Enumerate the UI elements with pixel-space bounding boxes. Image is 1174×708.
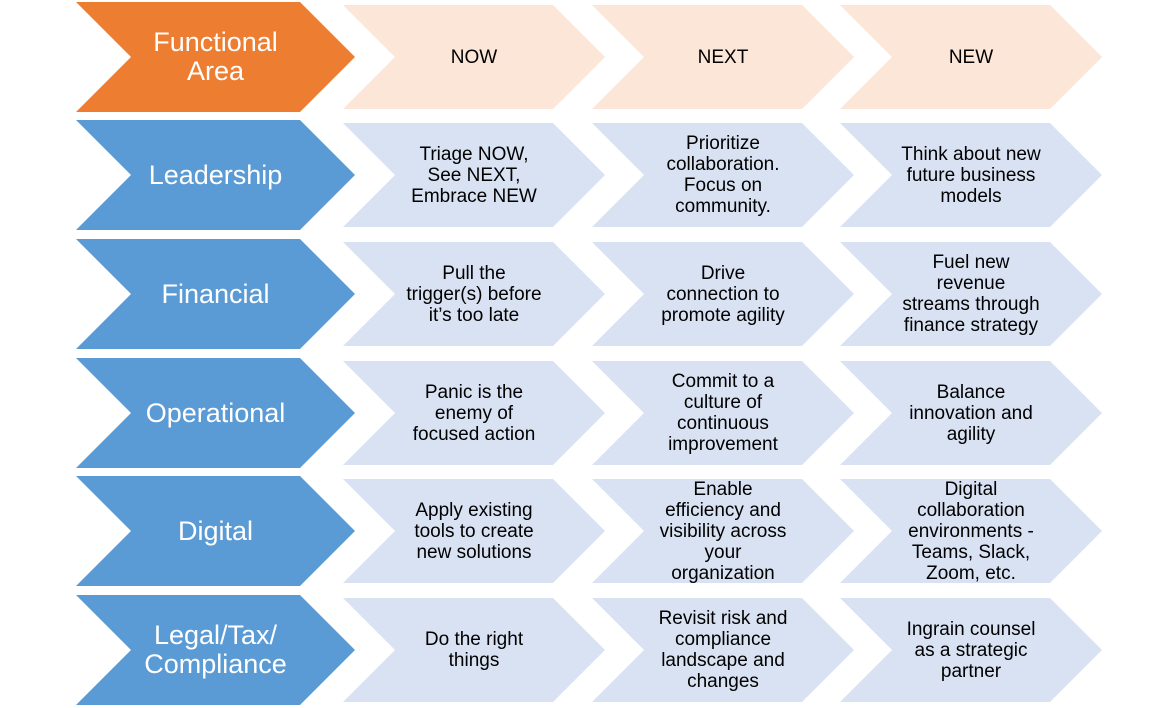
- cell-digital-next-label: Enable efficiency and visibility across …: [659, 478, 787, 584]
- header-column-next-label: NEXT: [697, 46, 749, 68]
- cell-legal-tax-compliance-now-label: Do the right things: [424, 629, 524, 671]
- cell-operational-now-label: Panic is the enemy of focused action: [412, 381, 536, 445]
- cell-financial-next: Drive connection to promote agility: [592, 242, 854, 346]
- area-legal-tax-compliance-label: Legal/Tax/ Compliance: [144, 620, 287, 679]
- cell-leadership-next: Prioritize collaboration. Focus on commu…: [592, 123, 854, 227]
- cell-financial-now-label: Pull the trigger(s) before it’s too late: [406, 262, 542, 326]
- cell-legal-tax-compliance-new-label: Ingrain counsel as a strategic partner: [906, 618, 1036, 682]
- cell-digital-new-label: Digital collaboration environments - Tea…: [908, 478, 1034, 584]
- header-column-next: NEXT: [592, 5, 854, 109]
- area-operational-label: Operational: [145, 397, 286, 428]
- cell-digital-now: Apply existing tools to create new solut…: [343, 479, 605, 583]
- cell-operational-new: Balance innovation and agility: [840, 361, 1102, 465]
- cell-operational-new-label: Balance innovation and agility: [909, 381, 1033, 445]
- cell-legal-tax-compliance-next: Revisit risk and compliance landscape an…: [592, 598, 854, 702]
- cell-financial-new-label: Fuel new revenue streams through finance…: [902, 252, 1040, 336]
- header-functional-area: Functional Area: [76, 2, 355, 112]
- cell-digital-new: Digital collaboration environments - Tea…: [840, 478, 1102, 584]
- cell-leadership-now-label: Triage NOW, See NEXT, Embrace NEW: [411, 143, 537, 207]
- header-column-now: NOW: [343, 5, 605, 109]
- area-legal-tax-compliance: Legal/Tax/ Compliance: [76, 595, 355, 705]
- header-functional-area-label: Functional Area: [153, 27, 278, 86]
- area-leadership: Leadership: [76, 120, 355, 230]
- cell-financial-next-label: Drive connection to promote agility: [661, 262, 785, 326]
- cell-leadership-next-label: Prioritize collaboration. Focus on commu…: [666, 133, 780, 217]
- area-digital-label: Digital: [177, 515, 254, 546]
- cell-digital-next: Enable efficiency and visibility across …: [592, 478, 854, 584]
- area-financial: Financial: [76, 239, 355, 349]
- area-digital: Digital: [76, 476, 355, 586]
- cell-financial-now: Pull the trigger(s) before it’s too late: [343, 242, 605, 346]
- cell-operational-next: Commit to a culture of continuous improv…: [592, 361, 854, 465]
- cell-operational-now: Panic is the enemy of focused action: [343, 361, 605, 465]
- cell-legal-tax-compliance-now: Do the right things: [343, 598, 605, 702]
- header-column-new: NEW: [840, 5, 1102, 109]
- cell-leadership-now: Triage NOW, See NEXT, Embrace NEW: [343, 123, 605, 227]
- header-column-now-label: NOW: [450, 46, 498, 68]
- cell-leadership-new: Think about new future business models: [840, 123, 1102, 227]
- cell-operational-next-label: Commit to a culture of continuous improv…: [668, 371, 778, 455]
- cell-legal-tax-compliance-next-label: Revisit risk and compliance landscape an…: [658, 608, 788, 692]
- area-leadership-label: Leadership: [148, 159, 283, 190]
- area-operational: Operational: [76, 358, 355, 468]
- header-column-new-label: NEW: [948, 46, 994, 68]
- cell-financial-new: Fuel new revenue streams through finance…: [840, 242, 1102, 346]
- area-financial-label: Financial: [161, 278, 270, 309]
- cell-leadership-new-label: Think about new future business models: [901, 143, 1041, 207]
- cell-legal-tax-compliance-new: Ingrain counsel as a strategic partner: [840, 598, 1102, 702]
- cell-digital-now-label: Apply existing tools to create new solut…: [414, 499, 534, 563]
